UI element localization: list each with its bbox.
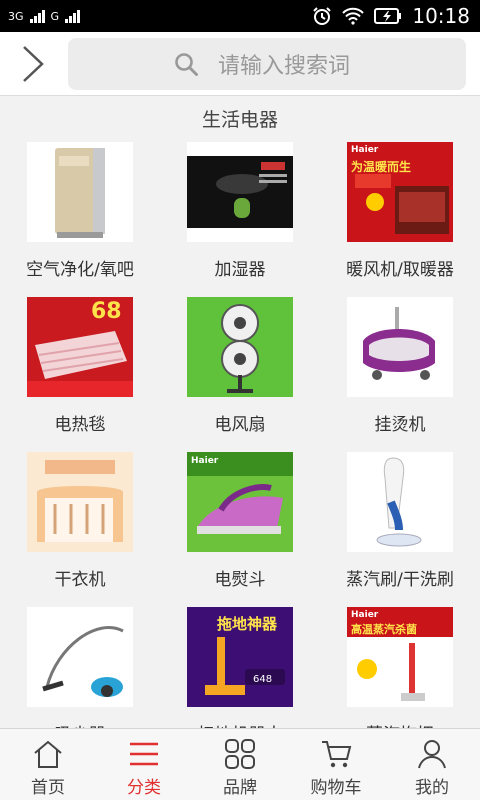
product-cell[interactable]: Haier 高温蒸汽杀菌 蒸汽拖把 <box>320 607 480 728</box>
expand-button[interactable] <box>0 32 66 96</box>
section-title: 生活电器 <box>201 109 278 131</box>
tab-home[interactable]: 首页 <box>0 729 96 800</box>
network-label: 3G <box>8 9 24 23</box>
product-image: 68 <box>27 297 133 397</box>
product-label: 电风扇 <box>214 415 266 435</box>
product-image: Haier <box>187 452 293 552</box>
product-label: 电熨斗 <box>214 570 266 590</box>
home-icon <box>34 740 62 768</box>
product-image <box>27 607 133 707</box>
product-label: 暖风机/取暖器 <box>346 260 454 280</box>
search-input[interactable]: 请输入搜索词 <box>68 38 466 90</box>
product-label: 加湿器 <box>214 260 266 280</box>
brand-logo: Haier <box>351 145 379 155</box>
product-label: 空气净化/氧吧 <box>26 260 134 280</box>
tab-label: 品牌 <box>223 778 257 798</box>
product-image <box>347 297 453 397</box>
brand-logo: Haier <box>351 610 379 620</box>
brand-logo: Haier <box>191 456 219 466</box>
tab-label: 我的 <box>415 778 449 798</box>
cart-icon <box>322 741 352 768</box>
product-image: Haier 高温蒸汽杀菌 <box>347 607 453 707</box>
product-image <box>27 142 133 242</box>
signal-icon-2 <box>65 9 81 23</box>
product-cell[interactable]: 吸尘器 <box>0 607 160 728</box>
tab-category[interactable]: 分类 <box>96 729 192 800</box>
product-label: 干衣机 <box>54 570 106 590</box>
network-label-2: G <box>50 9 60 23</box>
product-image <box>27 452 133 552</box>
bottom-tab-bar: 首页 分类 品牌 购物车 我的 <box>0 728 480 800</box>
product-cell[interactable]: 蒸汽刷/干洗刷 <box>320 452 480 607</box>
image-caption: 高温蒸汽杀菌 <box>351 623 417 636</box>
battery-icon <box>374 8 402 24</box>
product-cell[interactable]: 拖地神器 648 扫地机器人 <box>160 607 320 728</box>
product-label: 蒸汽拖把 <box>320 720 480 728</box>
tab-me[interactable]: 我的 <box>384 729 480 800</box>
tab-label: 首页 <box>31 778 65 798</box>
price-tag: 648 <box>253 674 273 685</box>
product-label: 吸尘器 <box>0 720 160 728</box>
wifi-icon <box>342 7 365 25</box>
user-icon <box>418 740 446 769</box>
product-cell[interactable]: Haier 为温暖而生 暖风机/取暖器 <box>320 142 480 297</box>
product-cell[interactable]: 68 电热毯 <box>0 297 160 452</box>
signal-icon <box>29 9 45 23</box>
search-placeholder: 请输入搜索词 <box>218 54 351 79</box>
product-cell[interactable]: 电风扇 <box>160 297 320 452</box>
image-caption: 为温暖而生 <box>351 160 412 174</box>
chevron-right-icon <box>23 45 44 82</box>
header: 请输入搜索词 <box>0 32 480 96</box>
clock: 10:18 <box>412 4 470 28</box>
tab-label: 分类 <box>127 778 161 798</box>
product-label: 扫地机器人 <box>160 720 320 728</box>
product-image: 拖地神器 648 <box>187 607 293 707</box>
product-image: Haier 为温暖而生 <box>347 142 453 242</box>
product-cell[interactable]: 挂烫机 <box>320 297 480 452</box>
brand-icon <box>225 739 255 769</box>
image-caption: 拖地神器 <box>217 615 278 633</box>
product-cell[interactable]: 加湿器 <box>160 142 320 297</box>
image-caption: 68 <box>91 299 122 324</box>
product-label: 挂烫机 <box>374 415 426 435</box>
tab-brand[interactable]: 品牌 <box>192 729 288 800</box>
tab-cart[interactable]: 购物车 <box>288 729 384 800</box>
product-cell[interactable]: 干衣机 <box>0 452 160 607</box>
status-bar: 3G G 10:18 <box>0 0 480 32</box>
search-icon <box>175 53 198 76</box>
product-image <box>187 297 293 397</box>
product-cell[interactable]: Haier 电熨斗 <box>160 452 320 607</box>
product-label: 蒸汽刷/干洗刷 <box>346 570 454 590</box>
alarm-icon <box>313 7 332 25</box>
product-image <box>347 452 453 552</box>
product-label: 电热毯 <box>54 415 106 435</box>
product-cell[interactable]: 空气净化/氧吧 <box>0 142 160 297</box>
tab-label: 购物车 <box>310 778 362 798</box>
product-image <box>187 142 293 242</box>
category-content[interactable]: 生活电器 空气净化/氧吧 加湿器 Haier 为温暖而生 暖风机/取暖器 68 … <box>0 97 480 728</box>
category-icon <box>130 742 158 766</box>
